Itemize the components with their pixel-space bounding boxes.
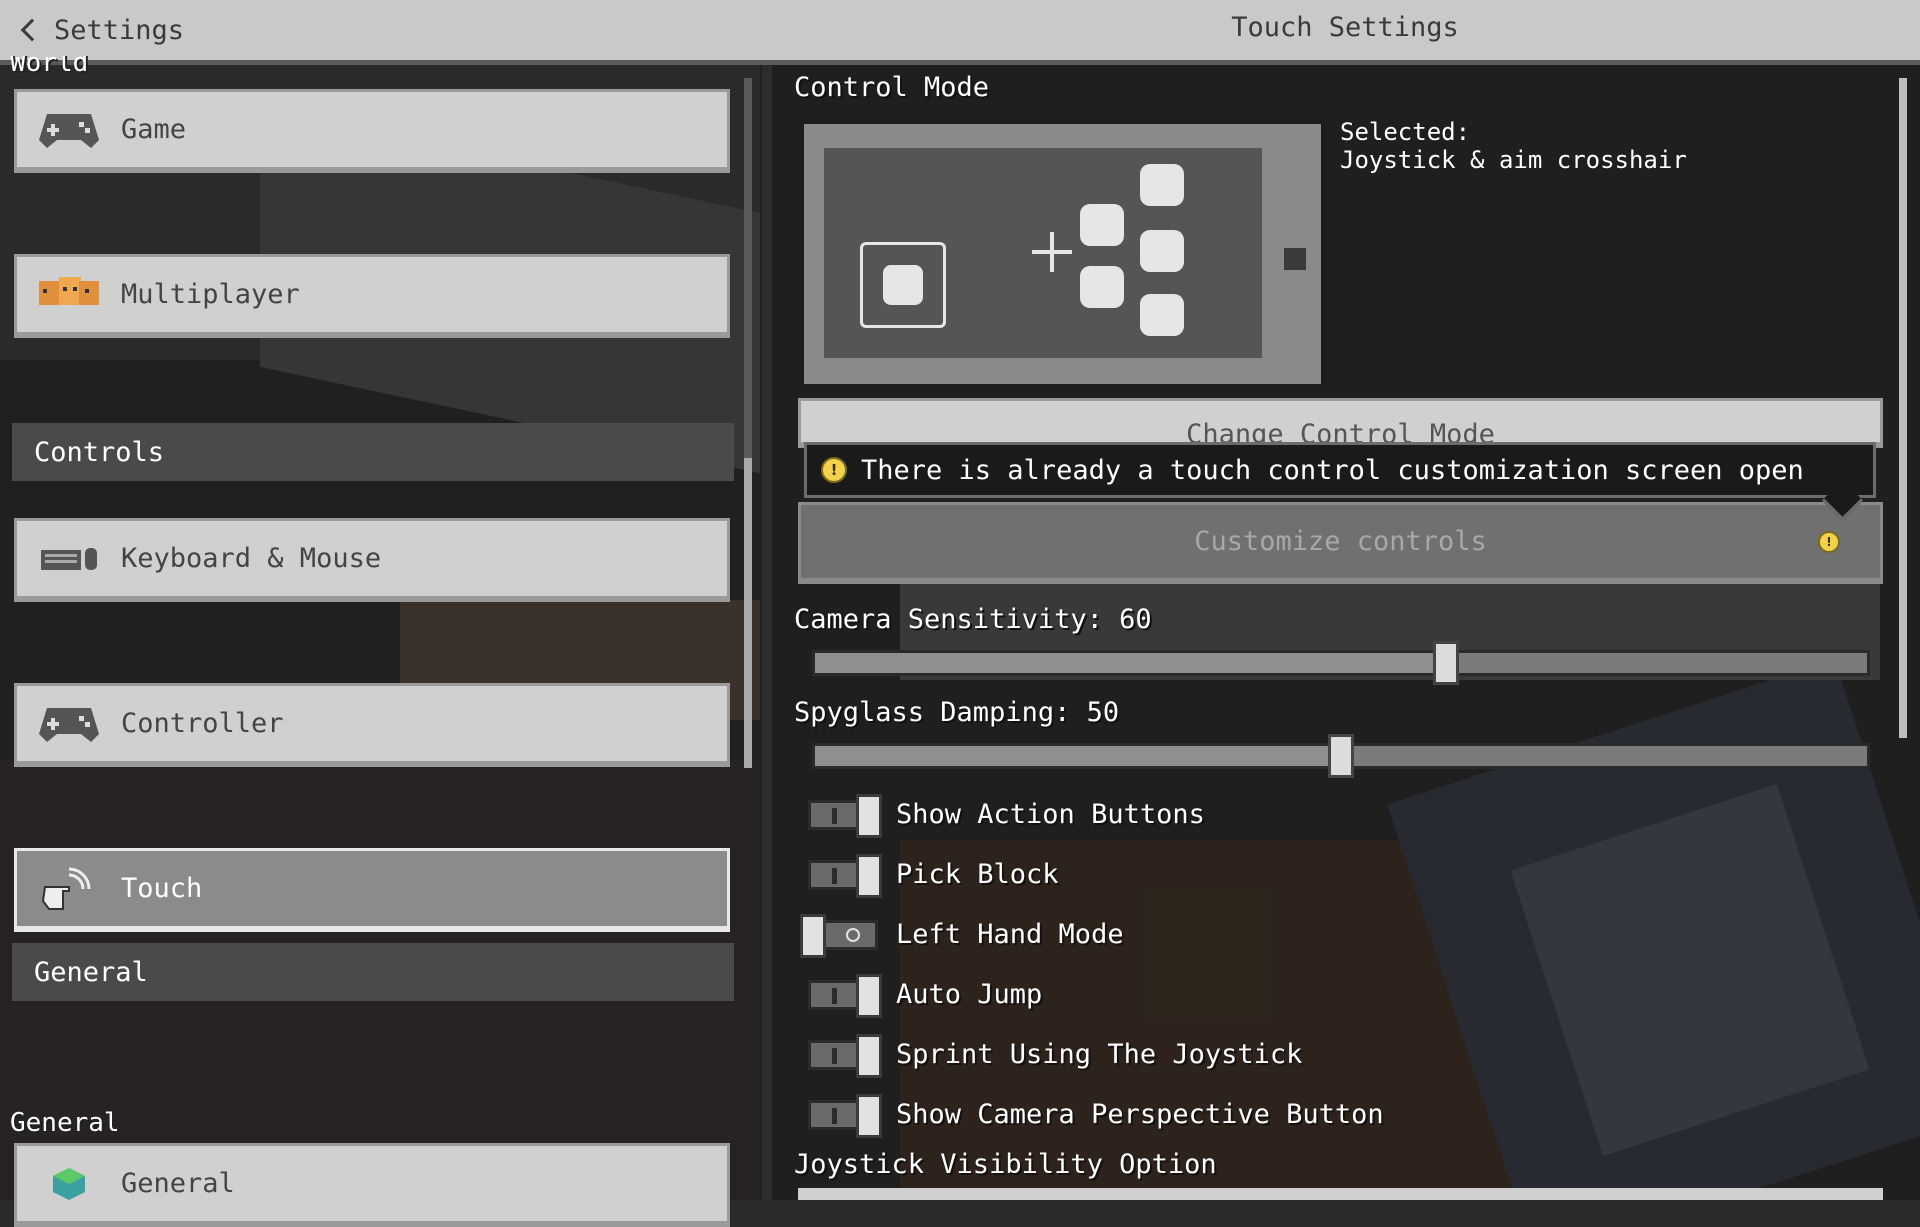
section-label-general: General	[10, 1108, 120, 1138]
left-scrollbar[interactable]	[744, 78, 752, 768]
grass-block-icon	[37, 1160, 101, 1208]
camera-sensitivity-slider[interactable]	[812, 641, 1870, 685]
auto-jump-label: Auto Jump	[896, 979, 1043, 1010]
tooltip-text: There is already a touch control customi…	[861, 454, 1804, 486]
category-bar-general: General	[12, 943, 734, 1001]
selected-mode-value: Joystick & aim crosshair	[1340, 146, 1687, 174]
action-button-graphic	[1140, 294, 1184, 336]
joystick-graphic	[860, 242, 946, 328]
control-mode-preview[interactable]	[800, 120, 1325, 388]
change-control-mode-button[interactable]: Change Control Mode	[798, 398, 1883, 448]
touch-hand-icon	[37, 865, 101, 913]
action-button-graphic	[1140, 164, 1184, 206]
nav-touch-button[interactable]: Touch	[14, 848, 730, 932]
selected-label: Selected:	[1340, 118, 1471, 146]
back-button[interactable]: Settings	[18, 12, 184, 48]
customize-controls-label: Customize controls	[1194, 526, 1487, 557]
nav-game-label: Game	[121, 114, 187, 145]
action-button-graphic	[1080, 204, 1124, 246]
camera-sensitivity-label: Camera Sensitivity: 60	[794, 604, 1152, 635]
top-bar: Settings Touch Settings	[0, 0, 1920, 65]
left-scrollbar-thumb[interactable]	[744, 458, 752, 768]
show-action-buttons-label: Show Action Buttons	[896, 799, 1205, 830]
preview-side-marker	[1284, 248, 1306, 270]
spyglass-damping-label: Spyglass Damping: 50	[794, 697, 1120, 728]
joystick-visibility-dropdown[interactable]	[798, 1188, 1883, 1200]
camera-perspective-toggle[interactable]	[806, 1094, 882, 1138]
sprint-joystick-toggle[interactable]	[806, 1034, 882, 1078]
warning-icon: !	[821, 457, 847, 483]
gamepad-icon	[37, 700, 101, 748]
spyglass-damping-slider[interactable]	[812, 734, 1870, 778]
customize-controls-button[interactable]: Customize controls !	[798, 502, 1883, 584]
tooltip: ! There is already a touch control custo…	[804, 442, 1876, 522]
joystick-visibility-label: Joystick Visibility Option	[794, 1149, 1217, 1180]
crosshair-graphic	[1032, 232, 1072, 272]
slider-handle[interactable]	[1433, 641, 1460, 685]
nav-keyboard-mouse-label: Keyboard & Mouse	[121, 543, 382, 574]
keyboard-mouse-icon	[37, 535, 101, 583]
nav-general-label: General	[121, 1168, 235, 1199]
sprint-joystick-label: Sprint Using The Joystick	[896, 1039, 1303, 1070]
players-icon	[37, 271, 101, 319]
nav-controller-label: Controller	[121, 708, 284, 739]
nav-touch-label: Touch	[121, 873, 203, 904]
slider-fill	[815, 653, 1447, 673]
pick-block-toggle[interactable]	[806, 854, 882, 898]
page-title: Touch Settings	[1231, 12, 1459, 43]
nav-general-button[interactable]: General	[14, 1143, 730, 1227]
action-button-graphic	[1140, 230, 1184, 272]
back-label: Settings	[54, 14, 185, 46]
auto-jump-toggle[interactable]	[806, 974, 882, 1018]
pick-block-label: Pick Block	[896, 859, 1059, 890]
show-action-buttons-toggle[interactable]	[806, 794, 882, 838]
camera-perspective-label: Show Camera Perspective Button	[896, 1099, 1384, 1130]
left-hand-mode-toggle[interactable]	[800, 914, 882, 958]
gamepad-icon	[37, 106, 101, 154]
action-button-graphic	[1080, 266, 1124, 308]
chevron-left-icon	[20, 18, 44, 42]
slider-fill	[815, 746, 1341, 766]
nav-game-button[interactable]: Game	[14, 89, 730, 173]
control-mode-label: Control Mode	[794, 72, 990, 103]
nav-multiplayer-label: Multiplayer	[121, 279, 300, 310]
left-hand-mode-label: Left Hand Mode	[896, 919, 1124, 950]
nav-multiplayer-button[interactable]: Multiplayer	[14, 254, 730, 338]
selected-mode-info: Selected: Joystick & aim crosshair	[1340, 118, 1687, 174]
warning-icon[interactable]: !	[1818, 530, 1840, 553]
slider-handle[interactable]	[1328, 734, 1354, 778]
nav-keyboard-mouse-button[interactable]: Keyboard & Mouse	[14, 518, 730, 602]
right-scrollbar[interactable]	[1899, 78, 1907, 738]
panel-divider	[762, 65, 772, 1200]
preview-screen	[824, 148, 1262, 358]
category-bar-controls: Controls	[12, 423, 734, 481]
section-label-world: World	[10, 56, 89, 78]
nav-controller-button[interactable]: Controller	[14, 683, 730, 767]
left-nav-panel	[0, 65, 762, 1200]
